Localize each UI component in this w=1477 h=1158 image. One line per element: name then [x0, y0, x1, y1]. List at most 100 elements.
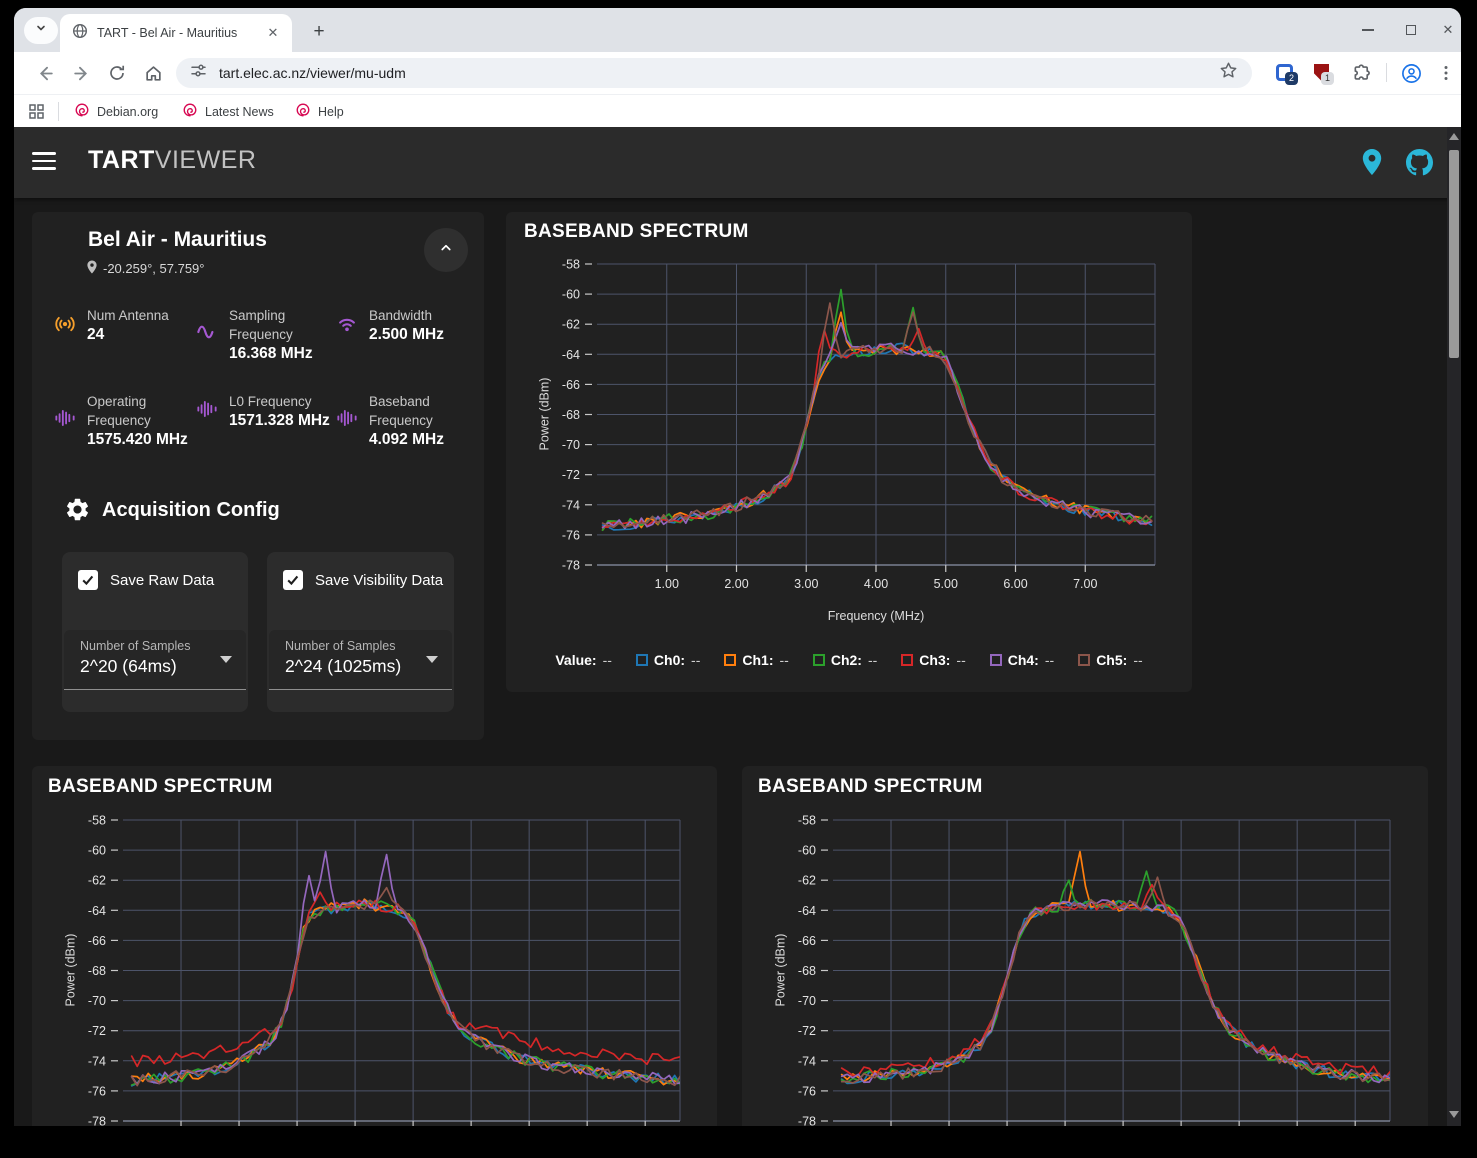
svg-text:-66: -66 [798, 934, 816, 948]
checkbox-label: Save Raw Data [110, 572, 214, 589]
tab-close-icon[interactable]: ✕ [264, 24, 282, 42]
chart-legend: Value:-- Ch0:-- Ch1:-- Ch2:-- Ch3:-- Ch4… [526, 652, 1172, 668]
y-axis-label: Power (dBm) [538, 264, 552, 565]
globe-favicon-icon [72, 23, 88, 44]
url-bar[interactable]: tart.elec.ac.nz/viewer/mu-udm [176, 58, 1252, 88]
menu-hamburger-button[interactable] [32, 152, 56, 170]
bookmark-latest-news[interactable]: Latest News [182, 95, 274, 128]
svg-text:-78: -78 [798, 1115, 816, 1127]
bookmark-label: Help [318, 105, 344, 119]
legend-swatch [990, 654, 1002, 666]
stat-value: 2.500 MHz [369, 326, 444, 343]
browser-window: TART - Bel Air - Mauritius ✕ + ✕ tart.el… [14, 8, 1461, 1126]
svg-text:1.00: 1.00 [655, 577, 679, 591]
svg-text:-62: -62 [562, 318, 580, 332]
checkbox-checked-icon [78, 570, 98, 590]
bookmarks-bar: Debian.org Latest News Help [14, 94, 1461, 127]
checkbox-checked-icon [283, 570, 303, 590]
svg-text:-64: -64 [798, 904, 816, 918]
stat-label: Baseband Frequency [369, 394, 433, 428]
svg-text:-62: -62 [798, 874, 816, 888]
svg-text:-74: -74 [88, 1054, 106, 1068]
stat-sampling-frequency: Sampling Frequency16.368 MHz [194, 306, 332, 363]
svg-text:-60: -60 [562, 288, 580, 302]
acquisition-config-title: Acquisition Config [102, 499, 280, 522]
svg-text:-78: -78 [562, 559, 580, 573]
stat-value: 24 [87, 326, 104, 343]
window-maximize-button[interactable] [1397, 18, 1425, 42]
save-raw-data-checkbox[interactable]: Save Raw Data [78, 570, 214, 590]
window-minimize-button[interactable] [1354, 18, 1382, 42]
window-close-button[interactable]: ✕ [1434, 18, 1461, 42]
collapse-button[interactable] [424, 228, 468, 272]
map-pin-icon [86, 260, 98, 277]
app-header: TARTVIEWER [14, 127, 1461, 198]
caret-down-icon [220, 656, 232, 663]
spectrum-chart-svg[interactable]: -58-60-62-64-66-68-70-72-74-76-78 [742, 766, 1428, 1126]
apps-grid-icon[interactable] [28, 103, 45, 125]
site-info-icon[interactable] [190, 62, 207, 84]
sine-wave-icon [194, 319, 220, 350]
raw-samples-select[interactable]: Number of Samples 2^20 (64ms) [64, 630, 246, 690]
bookmark-star-icon[interactable] [1219, 61, 1238, 85]
stat-label: L0 Frequency [229, 394, 312, 409]
bookmark-debian[interactable]: Debian.org [74, 95, 158, 128]
extension-shield-icon[interactable]: 1 [1314, 64, 1329, 81]
scrollbar-up-icon[interactable] [1449, 133, 1459, 140]
legend-item-ch5[interactable]: Ch5:-- [1078, 652, 1142, 668]
home-button[interactable] [140, 60, 166, 86]
save-visibility-data-checkbox[interactable]: Save Visibility Data [283, 570, 443, 590]
location-pin-button[interactable] [1360, 148, 1384, 181]
bookmark-label: Debian.org [97, 105, 158, 119]
stat-value: 4.092 MHz [369, 431, 444, 448]
spectrum-card-bottom-right: BASEBAND SPECTRUM -58-60-62-64-66-68-70-… [742, 766, 1428, 1126]
station-coordinates: -20.259°, 57.759° [86, 260, 204, 277]
scrollbar-down-icon[interactable] [1449, 1111, 1459, 1118]
gear-icon [64, 496, 91, 528]
legend-item-ch4[interactable]: Ch4:-- [990, 652, 1054, 668]
toolbar-divider [1386, 63, 1387, 82]
svg-text:-58: -58 [798, 814, 816, 828]
menu-kebab-icon[interactable] [1433, 60, 1459, 86]
stat-value: 16.368 MHz [229, 345, 313, 362]
visibility-samples-select[interactable]: Number of Samples 2^24 (1025ms) [269, 630, 452, 690]
stat-bandwidth: Bandwidth2.500 MHz [334, 306, 476, 344]
svg-text:-74: -74 [562, 498, 580, 512]
back-button[interactable] [32, 60, 58, 86]
y-axis-label: Power (dBm) [64, 820, 78, 1121]
reload-button[interactable] [104, 60, 130, 86]
svg-text:-64: -64 [562, 348, 580, 362]
extensions-puzzle-icon[interactable] [1348, 60, 1374, 86]
caret-down-icon [426, 656, 438, 663]
forward-button[interactable] [68, 60, 94, 86]
svg-text:-68: -68 [88, 964, 106, 978]
spectrum-card-bottom-left: BASEBAND SPECTRUM -58-60-62-64-66-68-70-… [32, 766, 717, 1126]
chevron-up-icon [437, 239, 455, 262]
svg-text:6.00: 6.00 [1003, 577, 1027, 591]
stat-num-antenna: Num Antenna 24 [52, 306, 202, 344]
url-text: tart.elec.ac.nz/viewer/mu-udm [219, 65, 1219, 81]
bookmark-help[interactable]: Help [295, 95, 344, 128]
svg-text:-78: -78 [88, 1115, 106, 1127]
github-button[interactable] [1406, 149, 1433, 181]
extension-blue-icon[interactable]: 2 [1276, 64, 1293, 81]
extension-badge: 2 [1285, 72, 1298, 85]
svg-text:-70: -70 [88, 994, 106, 1008]
tab-title: TART - Bel Air - Mauritius [97, 26, 264, 40]
stat-label: Num Antenna [87, 308, 169, 323]
svg-text:-76: -76 [562, 528, 580, 542]
spectrum-chart-svg[interactable]: -58-60-62-64-66-68-70-72-74-76-78 [32, 766, 717, 1126]
browser-tab[interactable]: TART - Bel Air - Mauritius ✕ [60, 14, 292, 52]
tab-search-button[interactable] [24, 17, 58, 44]
stat-value: 1571.328 MHz [229, 412, 330, 429]
new-tab-button[interactable]: + [306, 19, 332, 45]
extension-badge: 1 [1321, 72, 1334, 85]
legend-item-ch1[interactable]: Ch1:-- [724, 652, 788, 668]
scrollbar-thumb[interactable] [1449, 150, 1459, 358]
legend-item-ch3[interactable]: Ch3:-- [901, 652, 965, 668]
legend-item-ch2[interactable]: Ch2:-- [813, 652, 877, 668]
profile-avatar[interactable] [1398, 60, 1424, 86]
svg-text:7.00: 7.00 [1073, 577, 1097, 591]
waveform-icon [334, 405, 360, 436]
legend-item-ch0[interactable]: Ch0:-- [636, 652, 700, 668]
